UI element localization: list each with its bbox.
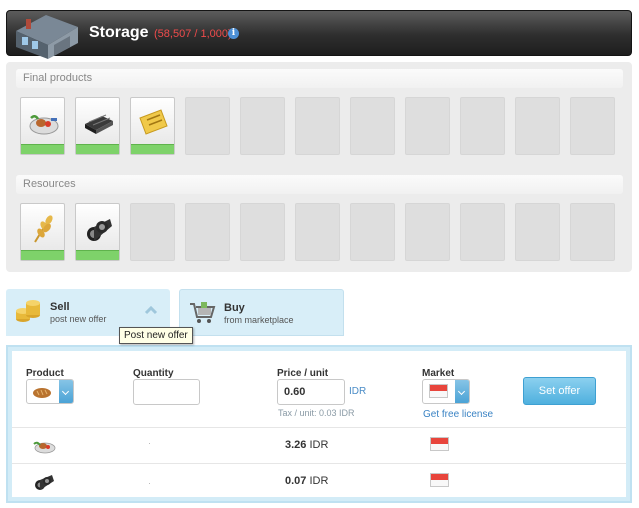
storage-slot-empty xyxy=(240,203,285,261)
price-input[interactable] xyxy=(277,379,345,405)
storage-slot-empty xyxy=(570,203,615,261)
storage-slot-wheat[interactable] xyxy=(20,203,65,261)
offer-currency: IDR xyxy=(309,439,329,451)
storage-slot-empty xyxy=(460,203,505,261)
storage-slot-empty xyxy=(295,97,340,155)
storage-slot-empty xyxy=(295,203,340,261)
offer-price-value: 0.07 xyxy=(285,475,307,487)
market-select[interactable] xyxy=(422,379,470,404)
availability-bar xyxy=(76,144,119,154)
storage-slot-empty xyxy=(405,97,450,155)
food-plate-icon xyxy=(33,441,56,454)
tab-buy-title: Buy xyxy=(224,302,245,314)
chevron-down-icon[interactable] xyxy=(455,380,469,403)
ticket-icon xyxy=(139,109,168,135)
market-label: Market xyxy=(422,368,455,379)
offer-row: 3.26 IDR xyxy=(12,427,626,463)
food-plate-icon xyxy=(29,115,59,135)
iron-bars-icon xyxy=(35,475,54,490)
storage-slot-empty xyxy=(185,203,230,261)
product-label: Product xyxy=(26,368,64,379)
storage-slot-empty xyxy=(460,97,505,155)
price-label: Price / unit xyxy=(277,368,329,379)
get-free-license-link[interactable]: Get free license xyxy=(423,409,493,420)
storage-slot-empty xyxy=(185,97,230,155)
storage-slot-empty xyxy=(130,203,175,261)
storage-slot-empty xyxy=(240,97,285,155)
offer-price: 3.26 IDR xyxy=(285,439,328,451)
storage-slot-empty xyxy=(350,203,395,261)
shopping-cart-icon xyxy=(190,302,216,323)
storage-slot-food[interactable] xyxy=(20,97,65,155)
storage-slot-empty xyxy=(570,97,615,155)
storage-slot-iron[interactable] xyxy=(75,203,120,261)
tax-per-unit: Tax / unit: 0.03 IDR xyxy=(278,408,355,418)
indonesia-flag-icon xyxy=(429,384,448,398)
info-icon[interactable]: i xyxy=(228,28,239,39)
final-products-heading: Final products xyxy=(16,69,623,88)
offer-panel: Product Quantity Price / unit Market IDR… xyxy=(6,345,632,503)
availability-bar xyxy=(76,250,119,260)
storage-slot-empty xyxy=(350,97,395,155)
tab-sell-title: Sell xyxy=(50,301,70,313)
product-select[interactable] xyxy=(26,379,74,404)
storage-slot-empty xyxy=(515,97,560,155)
offer-price: 0.07 IDR xyxy=(285,475,328,487)
chevron-down-icon[interactable] xyxy=(59,380,73,403)
tab-buy-subtitle: from marketplace xyxy=(224,315,294,325)
offer-row: 0.07 IDR xyxy=(12,463,626,499)
resources-heading: Resources xyxy=(16,175,623,194)
chevron-up-icon xyxy=(144,305,158,315)
availability-bar xyxy=(21,144,64,154)
availability-bar xyxy=(131,144,174,154)
warehouse-icon xyxy=(16,15,78,59)
storage-slot-empty xyxy=(515,203,560,261)
quantity-label: Quantity xyxy=(133,368,174,379)
coins-icon xyxy=(16,300,40,322)
empty-quantity-marker xyxy=(149,443,150,444)
tab-sell-subtitle: post new offer xyxy=(50,314,107,324)
steel-bars-icon xyxy=(85,114,113,134)
offer-currency: IDR xyxy=(309,475,329,487)
storage-panel: Final products Resources xyxy=(6,62,632,272)
storage-slot-empty xyxy=(405,203,450,261)
tooltip: Post new offer xyxy=(119,327,193,344)
indonesia-flag-icon xyxy=(430,437,449,451)
tab-buy[interactable]: Buy from marketplace xyxy=(179,289,344,336)
storage-header: Storage (58,507 / 1,000) i xyxy=(6,10,632,59)
bread-icon xyxy=(33,388,51,398)
indonesia-flag-icon xyxy=(430,473,449,487)
storage-slot-ticket[interactable] xyxy=(130,97,175,155)
empty-quantity-marker xyxy=(149,483,150,484)
page-title: Storage xyxy=(89,24,149,41)
offer-price-value: 3.26 xyxy=(285,439,307,451)
quantity-input[interactable] xyxy=(133,379,200,405)
storage-slot-steel[interactable] xyxy=(75,97,120,155)
wheat-icon xyxy=(34,215,53,243)
availability-bar xyxy=(21,250,64,260)
storage-capacity: (58,507 / 1,000) xyxy=(154,28,232,40)
offer-form: Product Quantity Price / unit Market IDR… xyxy=(12,351,626,497)
iron-bars-icon xyxy=(87,219,112,241)
set-offer-button[interactable]: Set offer xyxy=(523,377,596,405)
price-currency: IDR xyxy=(349,386,367,397)
